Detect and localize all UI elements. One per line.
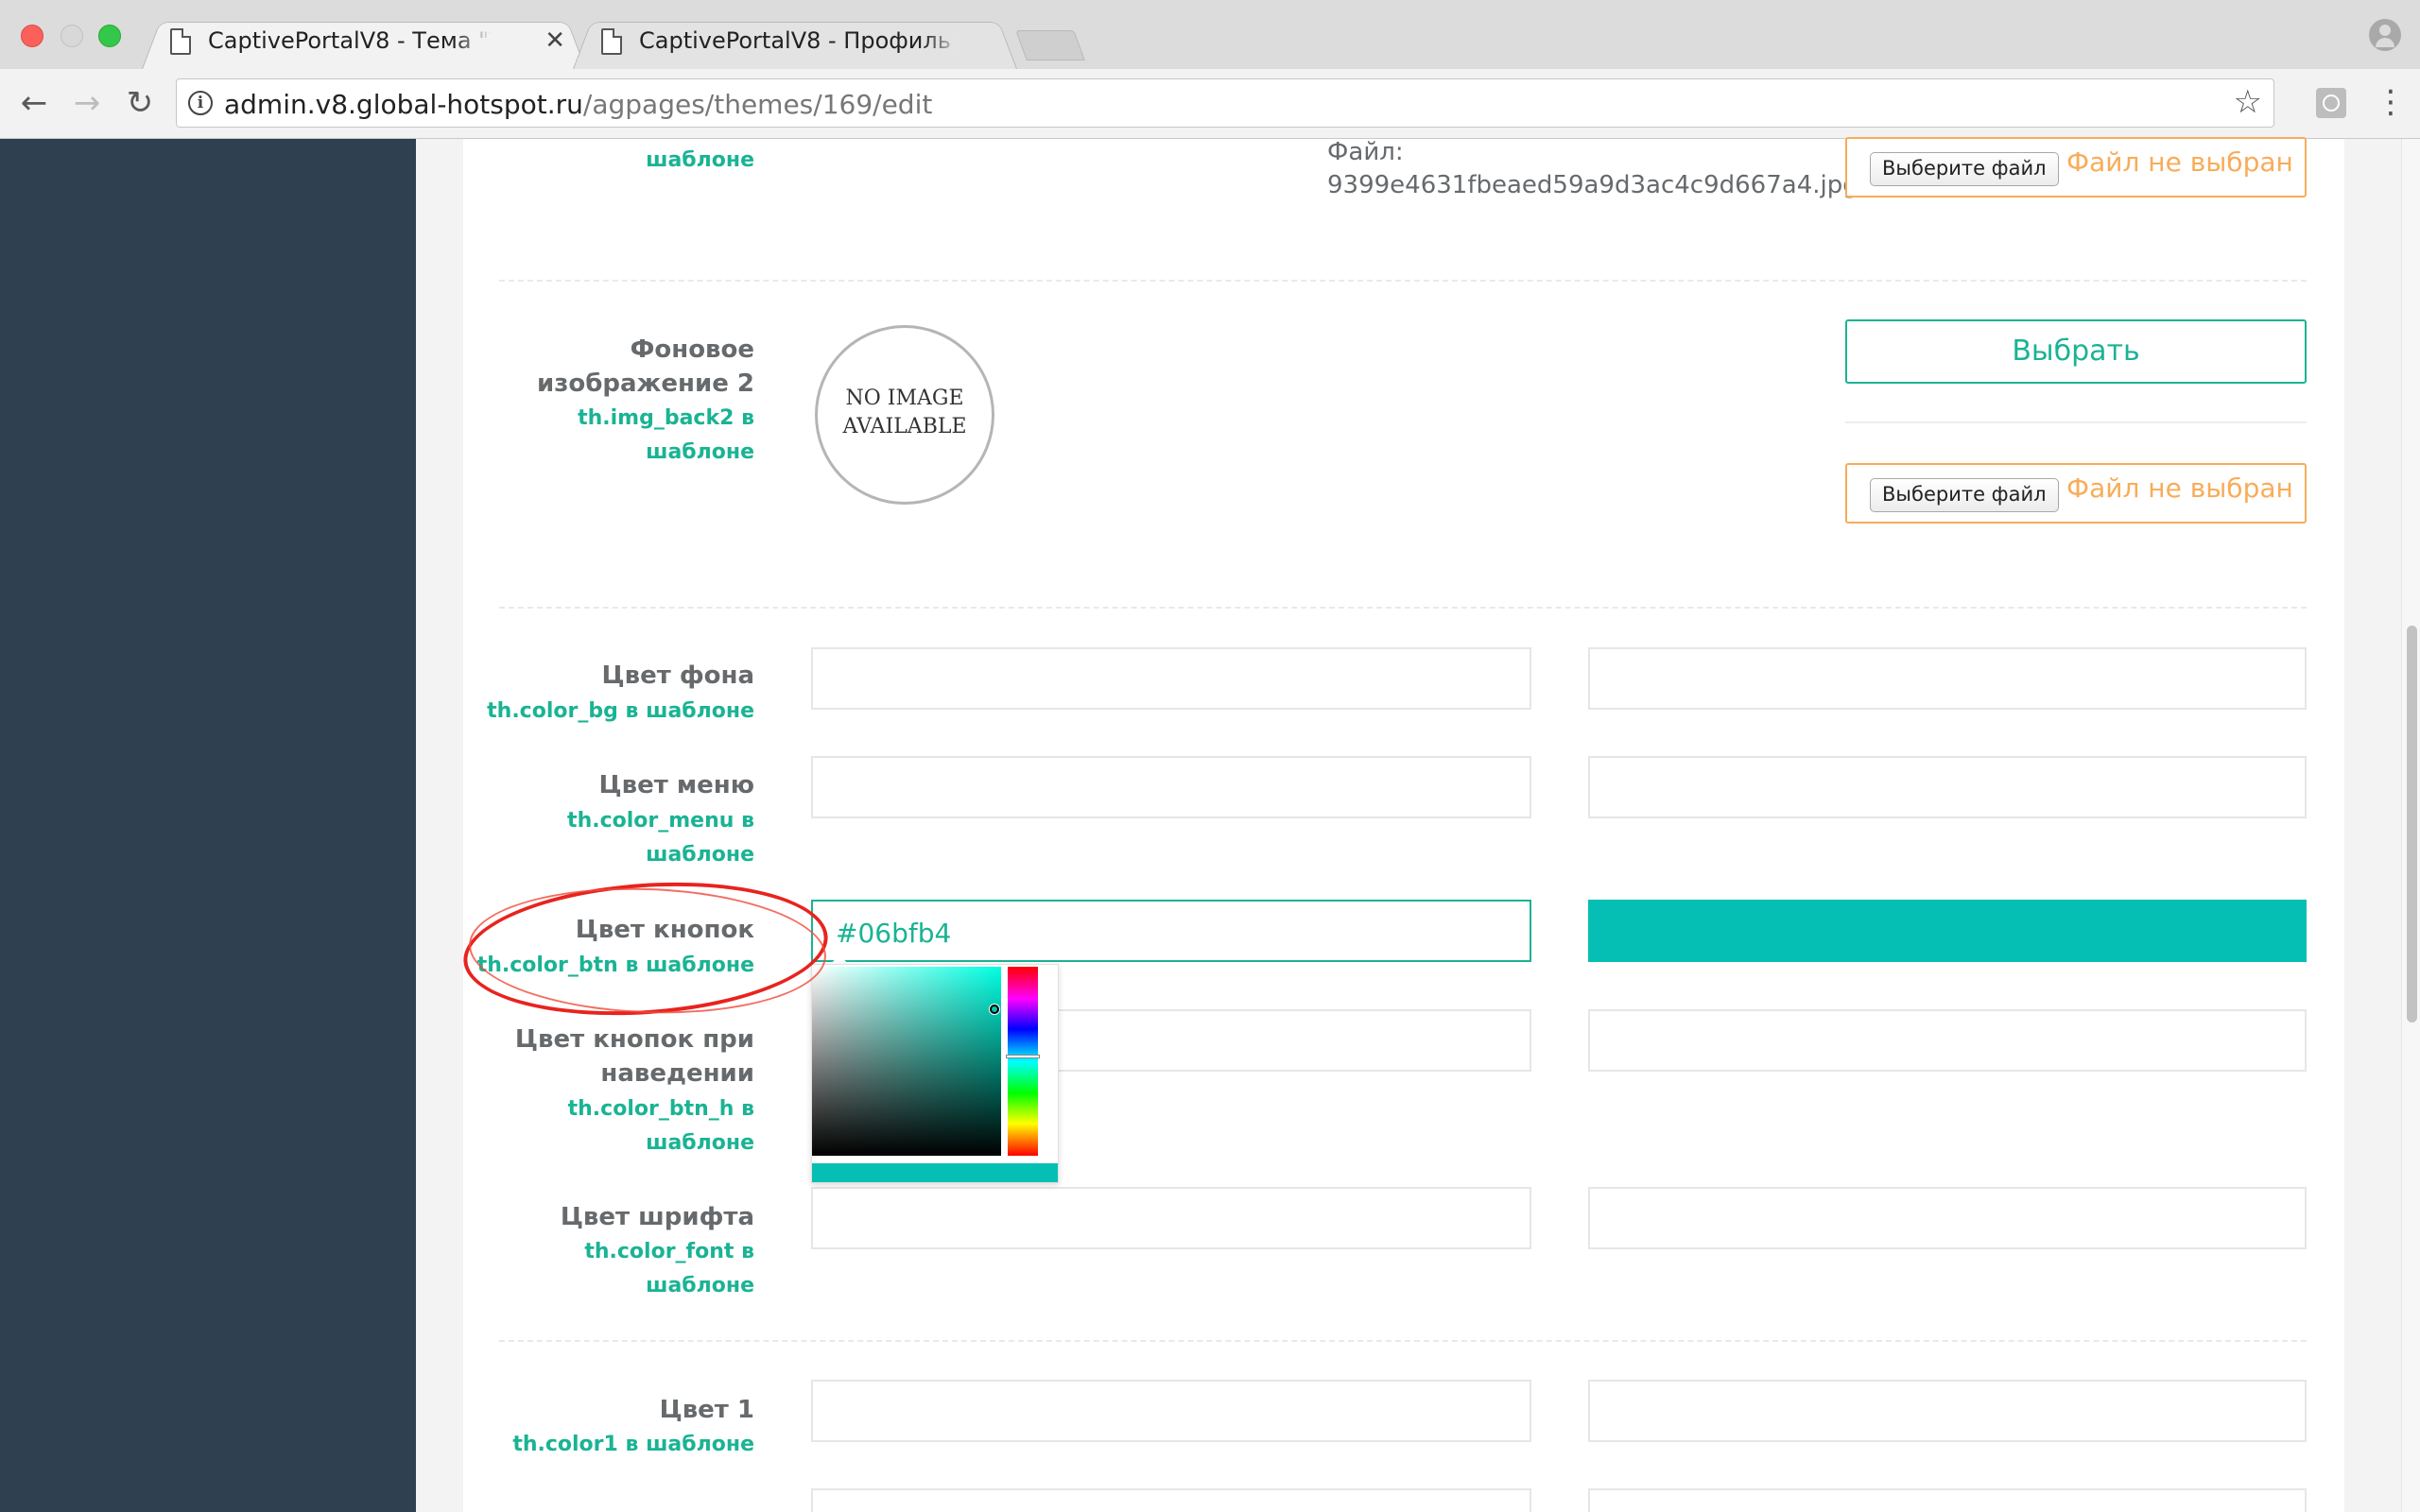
color-bg-hint: th.color_bg в шаблоне — [487, 699, 754, 723]
color-btn-h-label-line2: наведении — [600, 1059, 754, 1088]
no-image-text-line2: AVAILABLE — [842, 415, 967, 438]
browser-tab-theme[interactable]: CaptivePortalV8 - Тема "Тема ✕ — [142, 15, 586, 69]
color-font-hint-line2: шаблоне — [646, 1274, 754, 1297]
choose-file-button[interactable]: Выберите файл — [1870, 152, 2059, 186]
choose-image-button[interactable]: Выбрать — [1845, 319, 2307, 384]
browser-toolbar: ← → ↻ i admin.v8.global-hotspot.ru/agpag… — [0, 69, 2420, 139]
kebab-menu-icon[interactable]: ⋮ — [2375, 86, 2407, 120]
color1-input[interactable] — [811, 1380, 1531, 1442]
separator — [1845, 421, 2307, 423]
new-tab-button[interactable] — [1015, 30, 1085, 60]
no-image-text-line1: NO IMAGE — [845, 387, 964, 410]
image2-label-line2: изображение 2 — [537, 369, 754, 398]
tab-close-icon[interactable]: ✕ — [544, 26, 565, 55]
color-menu-hint-line2: шаблоне — [646, 843, 754, 867]
image2-hint-line1: th.img_back2 в — [578, 406, 754, 430]
info-icon[interactable]: i — [188, 91, 213, 115]
url-path: /agpages/themes/169/edit — [582, 89, 933, 120]
extension-icon[interactable] — [2316, 88, 2346, 118]
color-menu-preview — [1588, 756, 2307, 818]
color-btn-h-hint-line2: шаблоне — [646, 1131, 754, 1155]
color-menu-input[interactable] — [811, 756, 1531, 818]
file-status: Файл не выбран — [2066, 472, 2293, 504]
color-menu-hint-line1: th.color_menu в — [567, 809, 754, 833]
profile-avatar-icon[interactable] — [2369, 19, 2401, 51]
sidebar — [0, 139, 416, 1512]
url-host: admin.v8.global-hotspot.ru — [224, 89, 583, 120]
color-btn-h-hint-line1: th.color_btn_h в — [567, 1097, 754, 1121]
color-font-hint-line1: th.color_font в — [584, 1240, 754, 1263]
color1-hint: th.color1 в шаблоне — [512, 1433, 754, 1456]
address-bar[interactable]: i admin.v8.global-hotspot.ru/agpages/the… — [176, 78, 2274, 128]
file-status: Файл не выбран — [2066, 146, 2293, 178]
browser-tabstrip: CaptivePortalV8 - Тема "Тема ✕ CaptivePo… — [0, 0, 2420, 69]
browser-tab-profile[interactable]: CaptivePortalV8 - Профиль "Т — [573, 15, 1017, 69]
color-btn-h-label-line1: Цвет кнопок при — [514, 1025, 754, 1054]
color-bg-input[interactable] — [811, 647, 1531, 710]
star-icon[interactable]: ☆ — [2234, 83, 2262, 121]
color2-input[interactable] — [811, 1488, 1531, 1512]
color-preview-bar — [812, 1163, 1058, 1182]
image1-file-input[interactable]: Выберите файл Файл не выбран — [1845, 137, 2307, 198]
color-font-input[interactable] — [811, 1187, 1531, 1249]
saturation-cursor[interactable] — [990, 1005, 999, 1014]
color-bg-preview — [1588, 647, 2307, 710]
image2-file-input[interactable]: Выберите файл Файл не выбран — [1845, 463, 2307, 524]
window-close-button[interactable] — [21, 25, 43, 47]
input-value: #06bfb4 — [836, 918, 952, 949]
color-btn-preview — [1588, 900, 2307, 962]
image2-hint-line2: шаблоне — [646, 440, 754, 464]
color2-preview — [1588, 1488, 2307, 1512]
image1-file-name: 9399e4631fbeaed59a9d3ac4c9d667a4.jpg — [1327, 171, 1858, 199]
window-maximize-button[interactable] — [98, 25, 121, 47]
image1-hint: шаблоне — [646, 148, 754, 172]
section-divider — [499, 1340, 2307, 1342]
hue-slider-handle[interactable] — [1006, 1055, 1040, 1058]
tab-title: CaptivePortalV8 - Тема "Тема — [208, 27, 492, 54]
forward-arrow-icon[interactable]: → — [66, 82, 108, 124]
color1-label: Цвет 1 — [659, 1396, 754, 1424]
page-scrollbar[interactable] — [2401, 139, 2420, 1512]
color-bg-label: Цвет фона — [601, 662, 755, 690]
scrollbar-thumb[interactable] — [2407, 626, 2417, 1022]
section-divider — [499, 607, 2307, 609]
color-font-preview — [1588, 1187, 2307, 1249]
url-text[interactable]: admin.v8.global-hotspot.ru/agpages/theme… — [224, 89, 932, 120]
image2-label-line1: Фоновое — [630, 335, 754, 364]
no-image-placeholder: NO IMAGE AVAILABLE — [815, 325, 994, 505]
choose-file-button[interactable]: Выберите файл — [1870, 478, 2059, 512]
color1-preview — [1588, 1380, 2307, 1442]
saturation-value-area[interactable] — [812, 967, 1001, 1156]
color-font-label: Цвет шрифта — [560, 1203, 754, 1231]
page-favicon-icon — [601, 28, 622, 55]
reload-icon[interactable]: ↻ — [119, 82, 161, 124]
window-minimize-button[interactable] — [60, 25, 83, 47]
color-picker-popup — [811, 964, 1059, 1183]
back-arrow-icon[interactable]: ← — [13, 82, 55, 124]
color-menu-label: Цвет меню — [598, 771, 754, 799]
tab-title: CaptivePortalV8 - Профиль "Т — [639, 27, 960, 54]
page-favicon-icon — [170, 28, 191, 55]
color-btn-h-preview — [1588, 1009, 2307, 1072]
color-btn-input[interactable]: #06bfb4 — [811, 900, 1531, 962]
image1-file-label: Файл: — [1327, 138, 1404, 166]
hue-slider[interactable] — [1008, 967, 1038, 1156]
section-divider — [499, 280, 2307, 282]
